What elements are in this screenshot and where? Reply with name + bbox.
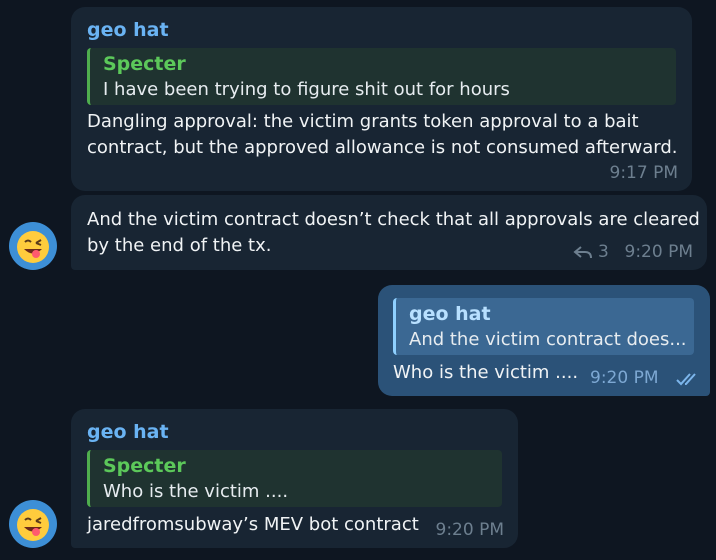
message-text: Who is the victim .... [393,362,579,383]
reply-quote[interactable]: Specter Who is the victim .... [87,450,502,507]
avatar[interactable] [9,222,57,270]
quote-sender-name: Specter [103,53,186,75]
quote-text: And the victim contract does... [409,329,687,350]
grinning-face-with-tongue-icon [17,509,49,541]
message-time: 9:20 PM [590,368,659,388]
message-bubble[interactable]: geo hat Specter Who is the victim .... j… [71,409,518,548]
message-bubble-outgoing[interactable]: geo hat And the victim contract does... … [378,285,710,396]
message-text-line: And the victim contract doesn’t check th… [87,209,700,230]
message-time: 9:17 PM [609,163,679,183]
sender-name[interactable]: geo hat [87,421,169,443]
message-text-line: contract, but the approved allowance is … [87,137,678,158]
message-time: 9:20 PM [624,242,694,262]
avatar[interactable] [9,500,57,548]
reply-arrow-icon [573,246,592,259]
quote-text: Who is the victim .... [103,481,289,502]
quote-sender-name: geo hat [409,303,491,325]
replies-indicator[interactable]: 3 [573,242,609,262]
quote-text: I have been trying to figure shit out fo… [103,79,510,100]
message-text: jaredfromsubway’s MEV bot contract [87,514,419,535]
sender-name[interactable]: geo hat [87,19,169,41]
message-text-line: by the end of the tx. [87,235,272,256]
message-text-line: Dangling approval: the victim grants tok… [87,111,639,132]
quote-sender-name: Specter [103,455,186,477]
double-check-read-icon [676,373,696,386]
message-bubble[interactable]: geo hat Specter I have been trying to fi… [71,7,692,191]
message-time: 9:20 PM [435,520,505,540]
grinning-face-with-tongue-icon [17,231,49,263]
reply-quote[interactable]: geo hat And the victim contract does... [393,298,694,355]
reply-count: 3 [598,242,609,262]
reply-quote[interactable]: Specter I have been trying to figure shi… [87,48,676,105]
message-bubble[interactable]: And the victim contract doesn’t check th… [71,195,707,270]
